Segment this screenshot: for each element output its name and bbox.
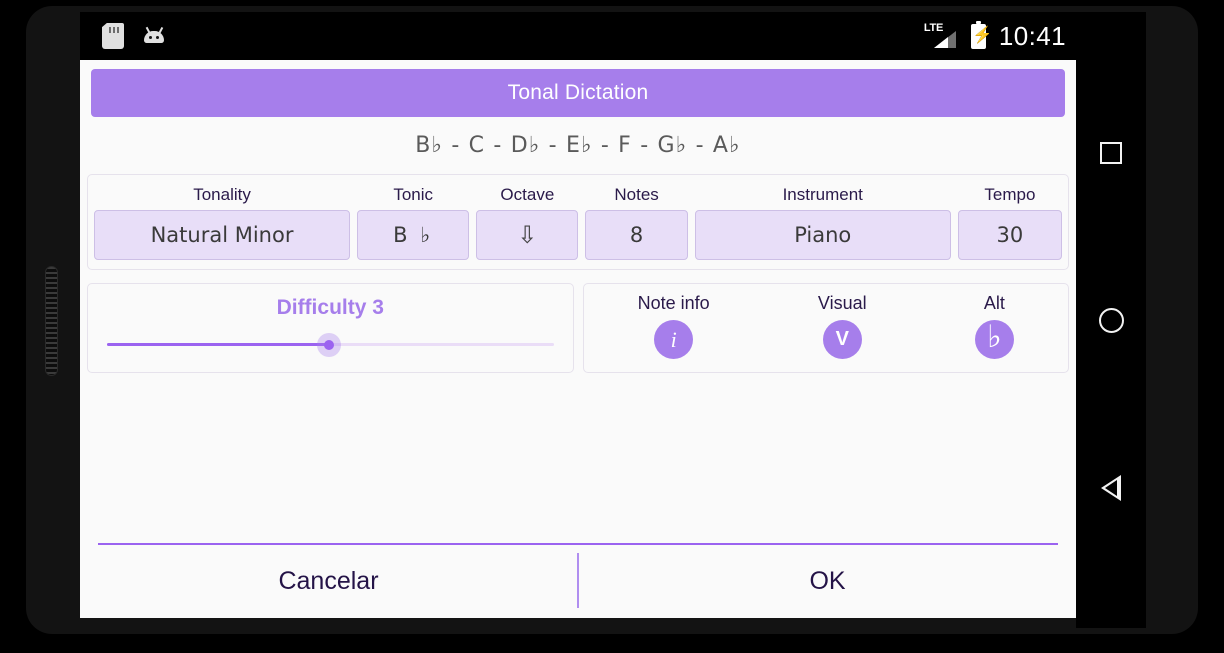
dialog-title-bar: Tonal Dictation	[91, 69, 1065, 117]
param-notes-label: Notes	[614, 185, 659, 204]
param-instrument-label: Instrument	[782, 185, 863, 204]
sdcard-icon	[102, 23, 124, 49]
param-tonic-value[interactable]: B ♭	[357, 210, 470, 260]
back-button[interactable]	[1076, 475, 1146, 501]
param-tonality-value[interactable]: Natural Minor	[94, 210, 351, 260]
difficulty-slider[interactable]	[106, 333, 554, 357]
battery-charging-icon: ⚡	[970, 20, 993, 49]
scale-display: B♭ - C - D♭ - E♭ - F - G♭ - A♭	[80, 117, 1076, 174]
param-octave: Octave ⇩	[476, 180, 579, 260]
param-notes: Notes 8	[585, 180, 688, 260]
scale-notes-text: B♭ - C - D♭ - E♭ - F - G♭ - A♭	[415, 133, 741, 158]
note-info-label: Note info	[637, 293, 710, 313]
cancel-button[interactable]: Cancelar	[80, 545, 577, 618]
recents-button[interactable]	[1076, 142, 1146, 164]
param-instrument-value[interactable]: Piano	[694, 210, 951, 260]
param-tempo: Tempo 30	[957, 180, 1062, 260]
param-tempo-value[interactable]: 30	[957, 210, 1062, 260]
lte-signal-icon: LTE	[924, 22, 958, 49]
android-icon	[142, 25, 166, 48]
status-bar: LTE ⚡ 10:41	[80, 12, 1076, 60]
difficulty-panel: Difficulty 3	[87, 283, 574, 373]
middle-row: Difficulty 3 Note info i Visual V Alt ♭	[87, 283, 1069, 373]
dialog-footer: Cancelar OK	[80, 545, 1076, 618]
tonal-dictation-dialog: Tonal Dictation B♭ - C - D♭ - E♭ - F - G…	[80, 60, 1076, 618]
dialog-spacer	[80, 373, 1076, 543]
device-frame: LTE ⚡ 10:41 Tonal Dictation B♭ - C - D♭ …	[0, 0, 1224, 653]
visual-icon[interactable]: V	[822, 320, 862, 359]
difficulty-label: Difficulty 3	[276, 296, 384, 319]
note-info-action[interactable]: Note info i	[638, 293, 710, 359]
visual-label: Visual	[817, 293, 867, 313]
actions-panel: Note info i Visual V Alt ♭	[582, 283, 1069, 373]
home-button[interactable]	[1076, 308, 1146, 333]
alt-action[interactable]: Alt ♭	[974, 293, 1014, 359]
param-tonality-label: Tonality	[193, 185, 251, 204]
speaker-grille	[45, 266, 58, 376]
navigation-bar	[1076, 12, 1146, 628]
slider-thumb[interactable]	[323, 340, 334, 350]
recents-square-icon	[1100, 142, 1122, 164]
info-icon[interactable]: i	[654, 320, 694, 359]
slider-track-fill	[106, 343, 329, 346]
alt-label: Alt	[983, 293, 1005, 313]
param-notes-value[interactable]: 8	[585, 210, 688, 260]
ok-button[interactable]: OK	[579, 545, 1076, 618]
clock: 10:41	[998, 20, 1066, 51]
flat-icon[interactable]: ♭	[974, 320, 1014, 359]
visual-action[interactable]: Visual V	[818, 293, 867, 359]
status-bar-left	[102, 23, 166, 49]
param-tonic: Tonic B ♭	[357, 180, 470, 260]
param-tempo-label: Tempo	[984, 185, 1036, 204]
param-tonality: Tonality Natural Minor	[94, 180, 351, 260]
param-instrument: Instrument Piano	[694, 180, 951, 260]
param-tonic-label: Tonic	[393, 185, 433, 204]
status-bar-right: LTE ⚡ 10:41	[924, 20, 1066, 52]
param-octave-label: Octave	[500, 185, 555, 204]
back-triangle-icon	[1101, 475, 1121, 501]
home-circle-icon	[1098, 308, 1124, 333]
param-octave-value-arrow-down-icon[interactable]: ⇩	[476, 210, 579, 260]
parameters-panel: Tonality Natural Minor Tonic B ♭ Octave …	[87, 174, 1069, 270]
page-title: Tonal Dictation	[507, 81, 649, 104]
